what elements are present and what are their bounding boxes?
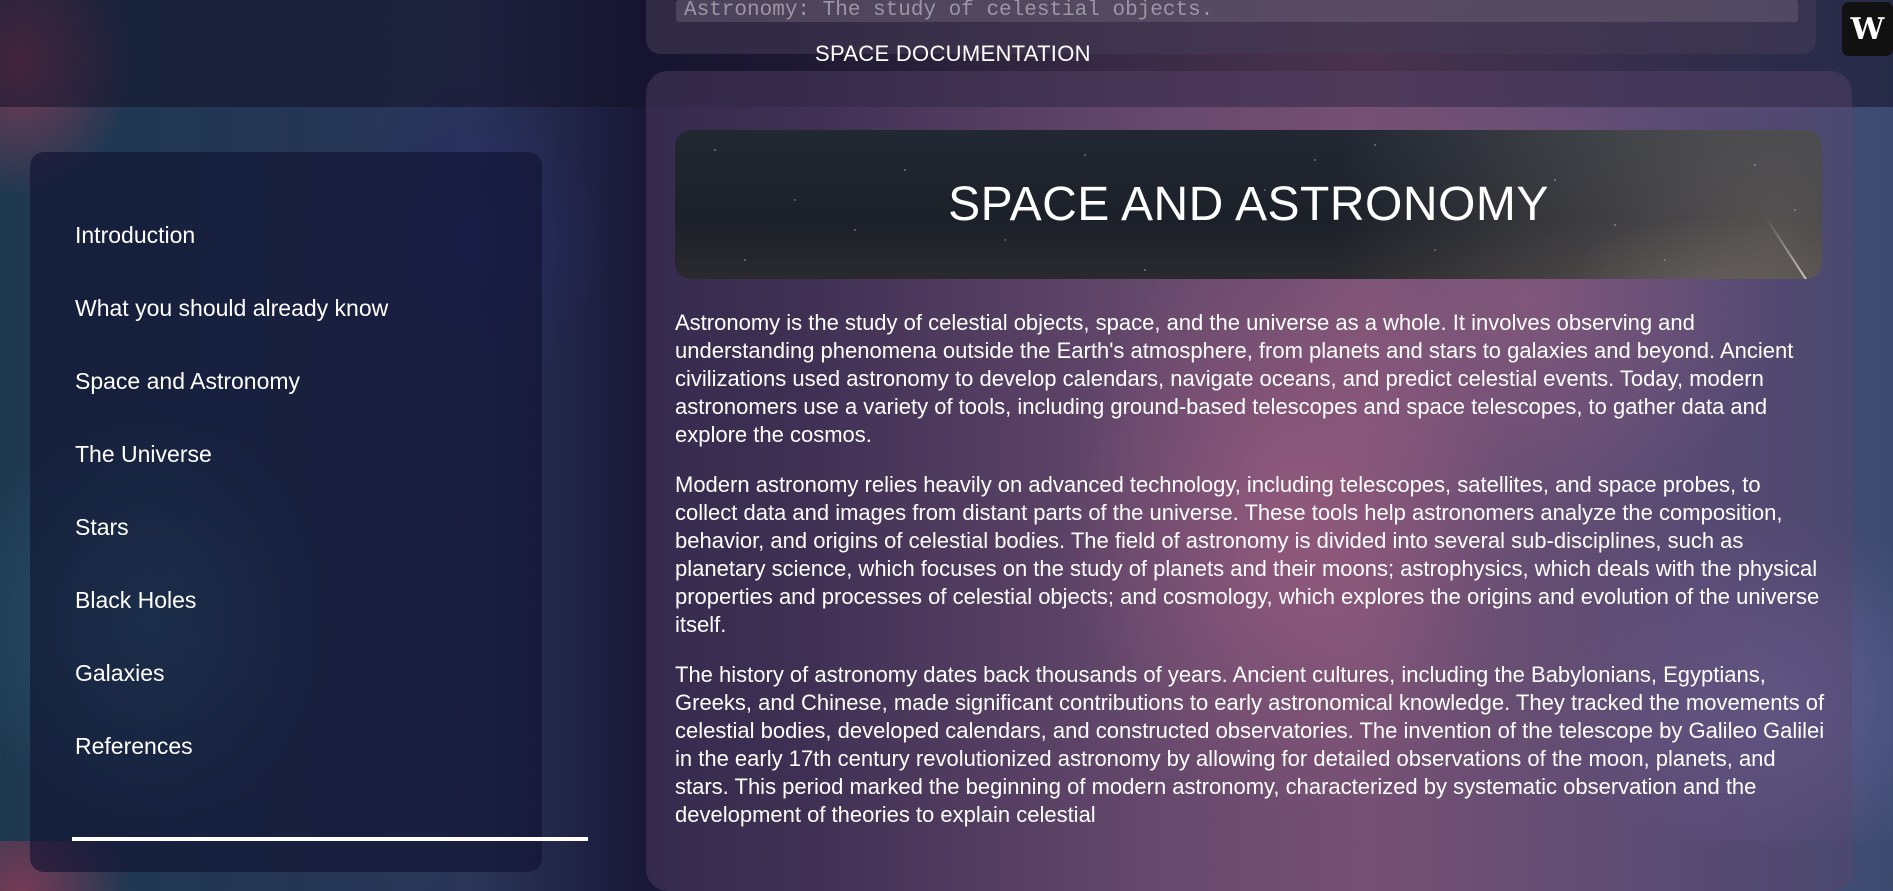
paragraph-1: Astronomy is the study of celestial obje… xyxy=(675,310,1794,447)
logo-text: W xyxy=(1850,11,1885,47)
sidebar-item-space-and-astronomy[interactable]: Space and Astronomy xyxy=(75,368,300,395)
sidebar-item-introduction[interactable]: Introduction xyxy=(75,222,195,249)
sidebar-scrollbar[interactable] xyxy=(72,837,588,841)
sidebar-item-references[interactable]: References xyxy=(75,733,193,760)
w-logo-icon[interactable]: W xyxy=(1842,2,1893,56)
sidebar-item-galaxies[interactable]: Galaxies xyxy=(75,660,164,687)
sidebar-item-what-you-should-already-know[interactable]: What you should already know xyxy=(75,295,388,322)
sidebar-nav: Introduction What you should already kno… xyxy=(30,152,542,872)
paragraph-2: Modern astronomy relies heavily on advan… xyxy=(675,472,1820,637)
paragraph-3: The history of astronomy dates back thou… xyxy=(675,662,1825,827)
page-title: SPACE AND ASTRONOMY xyxy=(948,178,1549,231)
sidebar-item-stars[interactable]: Stars xyxy=(75,514,129,541)
site-title[interactable]: SPACE DOCUMENTATION xyxy=(815,41,1091,67)
hero-banner: SPACE AND ASTRONOMY xyxy=(675,130,1822,279)
sidebar-item-black-holes[interactable]: Black Holes xyxy=(75,587,196,614)
search-input[interactable]: Astronomy: The study of celestial object… xyxy=(676,0,1798,22)
sidebar-item-the-universe[interactable]: The Universe xyxy=(75,441,212,468)
article-body: Astronomy is the study of celestial obje… xyxy=(675,309,1825,851)
